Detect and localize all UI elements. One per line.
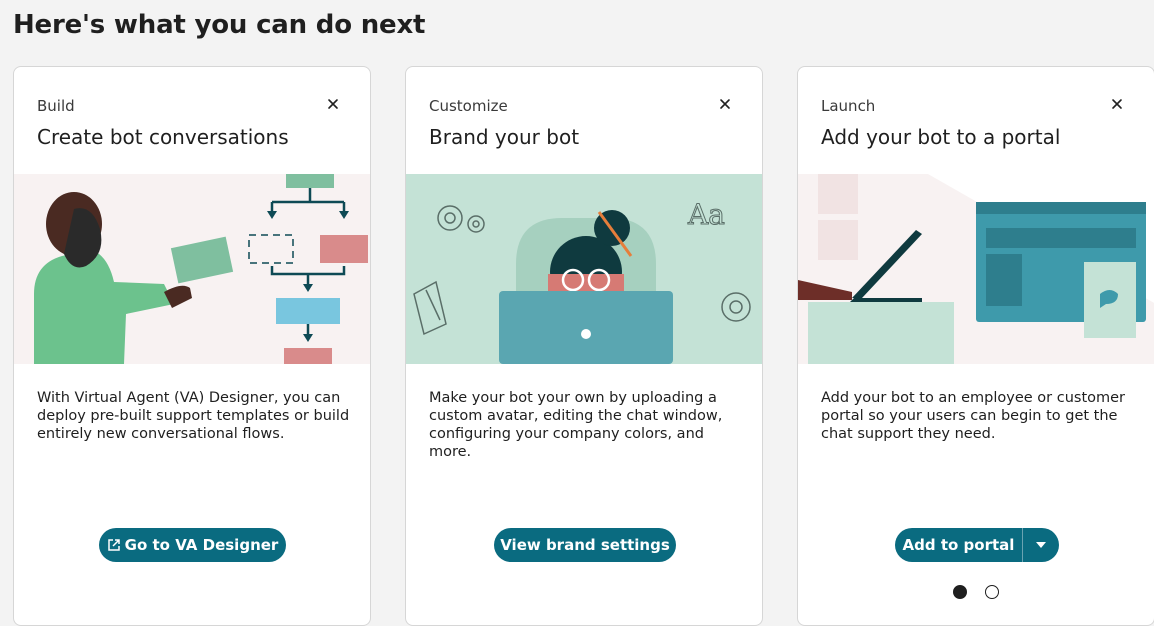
card-description: With Virtual Agent (VA) Designer, you ca… [37,390,350,442]
view-brand-settings-button[interactable]: View brand settings [494,528,676,562]
card-eyebrow: Launch [821,97,876,115]
brand-illustration: Aa [406,174,762,364]
button-label: Go to VA Designer [124,536,279,554]
close-icon[interactable] [324,95,342,113]
external-link-icon [107,538,121,552]
build-illustration [14,174,370,364]
portal-illustration [798,174,1154,364]
pagination-dot-1[interactable] [953,585,967,599]
carousel-pagination [953,585,999,599]
pagination-dot-2[interactable] [985,585,999,599]
close-icon[interactable] [1108,95,1126,113]
add-to-portal-button[interactable]: Add to portal [895,528,1023,562]
card-build: Build Create bot conversations With Virt… [13,66,371,626]
card-title: Create bot conversations [37,125,289,149]
add-to-portal-split-button: Add to portal [895,528,1059,562]
page-heading: Here's what you can do next [13,10,426,40]
card-title: Brand your bot [429,125,580,149]
card-launch: Launch Add your bot to a portal Add your… [797,66,1154,626]
card-description: Add your bot to an employee or customer … [821,390,1126,442]
card-customize: Customize Brand your bot Aa Make your bo… [405,66,763,626]
card-eyebrow: Customize [429,97,508,115]
caret-down-icon[interactable] [1023,528,1059,562]
go-to-va-designer-button[interactable]: Go to VA Designer [99,528,286,562]
svg-text:Aa: Aa [687,198,725,231]
card-description: Make your bot your own by uploading a cu… [429,390,723,460]
close-icon[interactable] [716,95,734,113]
card-eyebrow: Build [37,97,75,115]
card-title: Add your bot to a portal [821,125,1061,149]
